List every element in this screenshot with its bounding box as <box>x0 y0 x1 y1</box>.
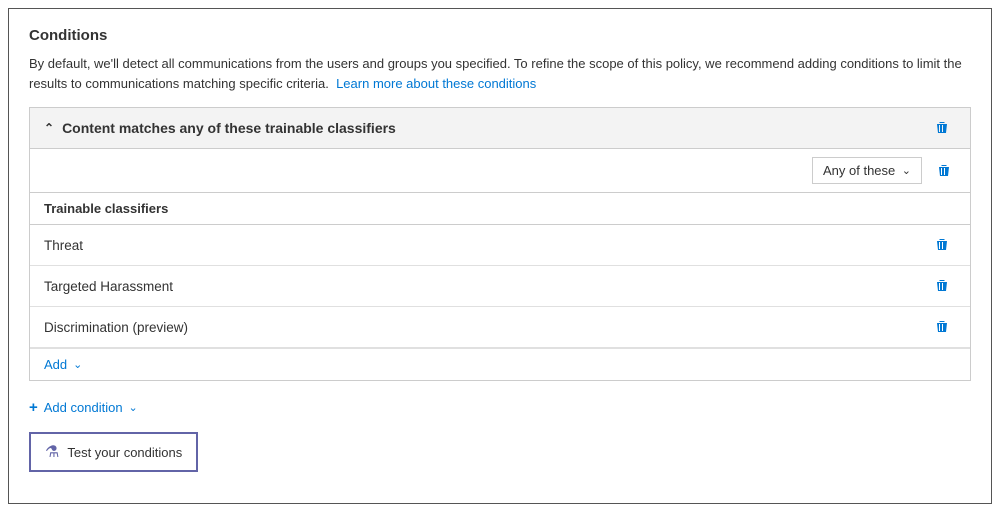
any-of-chevron-icon: ⌄ <box>902 164 911 177</box>
trash-icon-2 <box>936 163 952 179</box>
add-condition-row[interactable]: + Add condition ⌄ <box>29 395 971 420</box>
flask-icon: ⚗ <box>45 442 59 462</box>
delete-any-of-button[interactable] <box>930 161 958 181</box>
trash-icon <box>934 120 950 136</box>
add-condition-label: Add condition <box>44 400 123 415</box>
main-container: Conditions By default, we'll detect all … <box>8 8 992 504</box>
collapse-chevron-icon[interactable]: ⌃ <box>44 121 54 135</box>
test-conditions-label: Test your conditions <box>67 445 182 460</box>
any-of-row: Any of these ⌄ <box>30 149 970 193</box>
delete-threat-button[interactable] <box>928 235 956 255</box>
delete-targeted-harassment-button[interactable] <box>928 276 956 296</box>
plus-icon: + <box>29 399 38 416</box>
classifier-targeted-harassment-label: Targeted Harassment <box>44 279 173 294</box>
classifier-discrimination-label: Discrimination (preview) <box>44 320 188 335</box>
delete-condition-button[interactable] <box>928 118 956 138</box>
any-of-select[interactable]: Any of these ⌄ <box>812 157 922 184</box>
page-title: Conditions <box>29 27 971 44</box>
test-conditions-button[interactable]: ⚗ Test your conditions <box>29 432 198 472</box>
trash-icon-threat <box>934 237 950 253</box>
add-condition-chevron-icon: ⌄ <box>129 401 138 414</box>
condition-block: ⌃ Content matches any of these trainable… <box>29 107 971 381</box>
trash-icon-discrimination <box>934 319 950 335</box>
add-classifier-chevron-icon: ⌄ <box>73 358 82 371</box>
classifiers-section-header: Trainable classifiers <box>30 193 970 225</box>
condition-header: ⌃ Content matches any of these trainable… <box>30 108 970 149</box>
classifier-row: Discrimination (preview) <box>30 307 970 348</box>
classifier-row: Targeted Harassment <box>30 266 970 307</box>
learn-more-link[interactable]: Learn more about these conditions <box>336 76 536 91</box>
trash-icon-targeted <box>934 278 950 294</box>
add-classifier-label: Add <box>44 357 67 372</box>
classifiers-section: Trainable classifiers Threat Targeted Ha… <box>30 193 970 380</box>
classifier-row: Threat <box>30 225 970 266</box>
description-text: By default, we'll detect all communicati… <box>29 54 971 93</box>
delete-discrimination-button[interactable] <box>928 317 956 337</box>
classifier-threat-label: Threat <box>44 238 83 253</box>
add-classifier-row[interactable]: Add ⌄ <box>30 348 970 380</box>
condition-header-label: Content matches any of these trainable c… <box>62 120 396 136</box>
